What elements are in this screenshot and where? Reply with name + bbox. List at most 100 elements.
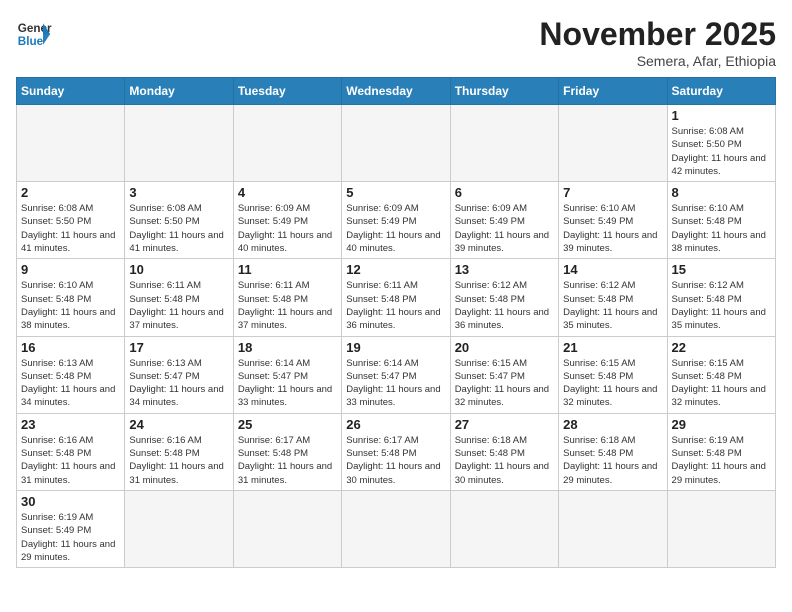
day-number: 6 (455, 185, 554, 200)
day-info: Sunrise: 6:08 AM Sunset: 5:50 PM Dayligh… (129, 202, 228, 255)
day-info: Sunrise: 6:14 AM Sunset: 5:47 PM Dayligh… (238, 357, 337, 410)
calendar-day-cell: 14 Sunrise: 6:12 AM Sunset: 5:48 PM Dayli… (559, 259, 667, 336)
calendar-day-cell: 20 Sunrise: 6:15 AM Sunset: 5:47 PM Dayli… (450, 336, 558, 413)
weekday-header-wednesday: Wednesday (342, 78, 450, 105)
day-info: Sunrise: 6:18 AM Sunset: 5:48 PM Dayligh… (563, 434, 662, 487)
day-info: Sunrise: 6:19 AM Sunset: 5:49 PM Dayligh… (21, 511, 120, 564)
calendar-day-cell: 13 Sunrise: 6:12 AM Sunset: 5:48 PM Dayli… (450, 259, 558, 336)
calendar-day-cell: 16 Sunrise: 6:13 AM Sunset: 5:48 PM Dayli… (17, 336, 125, 413)
calendar-week-row: 30 Sunrise: 6:19 AM Sunset: 5:49 PM Dayli… (17, 490, 776, 567)
day-number: 16 (21, 340, 120, 355)
calendar-day-cell: 12 Sunrise: 6:11 AM Sunset: 5:48 PM Dayli… (342, 259, 450, 336)
day-number: 23 (21, 417, 120, 432)
day-number: 8 (672, 185, 771, 200)
day-info: Sunrise: 6:16 AM Sunset: 5:48 PM Dayligh… (129, 434, 228, 487)
calendar-week-row: 16 Sunrise: 6:13 AM Sunset: 5:48 PM Dayli… (17, 336, 776, 413)
calendar-day-cell: 27 Sunrise: 6:18 AM Sunset: 5:48 PM Dayli… (450, 413, 558, 490)
logo: General Blue (16, 16, 52, 52)
day-number: 27 (455, 417, 554, 432)
day-number: 2 (21, 185, 120, 200)
calendar-day-cell: 28 Sunrise: 6:18 AM Sunset: 5:48 PM Dayli… (559, 413, 667, 490)
day-number: 13 (455, 262, 554, 277)
day-number: 4 (238, 185, 337, 200)
calendar-day-cell (17, 105, 125, 182)
calendar-day-cell: 17 Sunrise: 6:13 AM Sunset: 5:47 PM Dayli… (125, 336, 233, 413)
day-info: Sunrise: 6:14 AM Sunset: 5:47 PM Dayligh… (346, 357, 445, 410)
calendar-day-cell (559, 105, 667, 182)
svg-text:Blue: Blue (18, 35, 44, 48)
day-number: 21 (563, 340, 662, 355)
weekday-header-sunday: Sunday (17, 78, 125, 105)
logo-icon: General Blue (16, 16, 52, 52)
calendar-day-cell: 2Sunrise: 6:08 AM Sunset: 5:50 PM Daylig… (17, 182, 125, 259)
day-info: Sunrise: 6:10 AM Sunset: 5:48 PM Dayligh… (21, 279, 120, 332)
day-number: 14 (563, 262, 662, 277)
day-info: Sunrise: 6:15 AM Sunset: 5:48 PM Dayligh… (563, 357, 662, 410)
calendar-day-cell: 3 Sunrise: 6:08 AM Sunset: 5:50 PM Daylig… (125, 182, 233, 259)
day-info: Sunrise: 6:16 AM Sunset: 5:48 PM Dayligh… (21, 434, 120, 487)
day-number: 12 (346, 262, 445, 277)
day-info: Sunrise: 6:13 AM Sunset: 5:48 PM Dayligh… (21, 357, 120, 410)
day-number: 1 (672, 108, 771, 123)
day-info: Sunrise: 6:09 AM Sunset: 5:49 PM Dayligh… (346, 202, 445, 255)
day-info: Sunrise: 6:18 AM Sunset: 5:48 PM Dayligh… (455, 434, 554, 487)
day-info: Sunrise: 6:10 AM Sunset: 5:48 PM Dayligh… (672, 202, 771, 255)
day-info: Sunrise: 6:12 AM Sunset: 5:48 PM Dayligh… (672, 279, 771, 332)
calendar-day-cell: 5Sunrise: 6:09 AM Sunset: 5:49 PM Daylig… (342, 182, 450, 259)
day-info: Sunrise: 6:12 AM Sunset: 5:48 PM Dayligh… (563, 279, 662, 332)
day-number: 17 (129, 340, 228, 355)
calendar-day-cell: 8 Sunrise: 6:10 AM Sunset: 5:48 PM Daylig… (667, 182, 775, 259)
day-info: Sunrise: 6:12 AM Sunset: 5:48 PM Dayligh… (455, 279, 554, 332)
day-number: 20 (455, 340, 554, 355)
calendar-day-cell: 9 Sunrise: 6:10 AM Sunset: 5:48 PM Daylig… (17, 259, 125, 336)
weekday-header-monday: Monday (125, 78, 233, 105)
calendar-day-cell: 1 Sunrise: 6:08 AM Sunset: 5:50 PM Daylig… (667, 105, 775, 182)
weekday-header-saturday: Saturday (667, 78, 775, 105)
day-number: 22 (672, 340, 771, 355)
day-info: Sunrise: 6:11 AM Sunset: 5:48 PM Dayligh… (346, 279, 445, 332)
title-block: November 2025 Semera, Afar, Ethiopia (539, 16, 776, 69)
calendar-day-cell (125, 105, 233, 182)
day-number: 3 (129, 185, 228, 200)
calendar-day-cell (342, 105, 450, 182)
weekday-header-tuesday: Tuesday (233, 78, 341, 105)
location: Semera, Afar, Ethiopia (539, 53, 776, 69)
day-info: Sunrise: 6:08 AM Sunset: 5:50 PM Dayligh… (672, 125, 771, 178)
day-number: 11 (238, 262, 337, 277)
calendar-day-cell: 22Sunrise: 6:15 AM Sunset: 5:48 PM Dayli… (667, 336, 775, 413)
day-info: Sunrise: 6:13 AM Sunset: 5:47 PM Dayligh… (129, 357, 228, 410)
calendar-day-cell: 24Sunrise: 6:16 AM Sunset: 5:48 PM Dayli… (125, 413, 233, 490)
calendar-day-cell: 18 Sunrise: 6:14 AM Sunset: 5:47 PM Dayli… (233, 336, 341, 413)
calendar-day-cell: 26Sunrise: 6:17 AM Sunset: 5:48 PM Dayli… (342, 413, 450, 490)
page-header: General Blue November 2025 Semera, Afar,… (16, 16, 776, 69)
calendar-day-cell (450, 105, 558, 182)
calendar-week-row: 23 Sunrise: 6:16 AM Sunset: 5:48 PM Dayli… (17, 413, 776, 490)
day-number: 18 (238, 340, 337, 355)
day-info: Sunrise: 6:15 AM Sunset: 5:47 PM Dayligh… (455, 357, 554, 410)
calendar-day-cell: 11 Sunrise: 6:11 AM Sunset: 5:48 PM Dayli… (233, 259, 341, 336)
day-info: Sunrise: 6:17 AM Sunset: 5:48 PM Dayligh… (238, 434, 337, 487)
day-number: 15 (672, 262, 771, 277)
calendar-day-cell (667, 490, 775, 567)
day-info: Sunrise: 6:11 AM Sunset: 5:48 PM Dayligh… (238, 279, 337, 332)
day-info: Sunrise: 6:09 AM Sunset: 5:49 PM Dayligh… (238, 202, 337, 255)
calendar-day-cell: 6Sunrise: 6:09 AM Sunset: 5:49 PM Daylig… (450, 182, 558, 259)
calendar-day-cell: 30 Sunrise: 6:19 AM Sunset: 5:49 PM Dayli… (17, 490, 125, 567)
calendar-week-row: 9 Sunrise: 6:10 AM Sunset: 5:48 PM Daylig… (17, 259, 776, 336)
day-number: 28 (563, 417, 662, 432)
day-number: 9 (21, 262, 120, 277)
calendar-day-cell: 4 Sunrise: 6:09 AM Sunset: 5:49 PM Daylig… (233, 182, 341, 259)
calendar-day-cell: 21 Sunrise: 6:15 AM Sunset: 5:48 PM Dayli… (559, 336, 667, 413)
calendar-day-cell (342, 490, 450, 567)
calendar-day-cell (125, 490, 233, 567)
day-number: 30 (21, 494, 120, 509)
day-number: 19 (346, 340, 445, 355)
day-info: Sunrise: 6:17 AM Sunset: 5:48 PM Dayligh… (346, 434, 445, 487)
calendar-day-cell (450, 490, 558, 567)
calendar-day-cell: 25Sunrise: 6:17 AM Sunset: 5:48 PM Dayli… (233, 413, 341, 490)
calendar-day-cell (233, 105, 341, 182)
month-title: November 2025 (539, 16, 776, 53)
weekday-header-friday: Friday (559, 78, 667, 105)
day-number: 10 (129, 262, 228, 277)
day-info: Sunrise: 6:10 AM Sunset: 5:49 PM Dayligh… (563, 202, 662, 255)
